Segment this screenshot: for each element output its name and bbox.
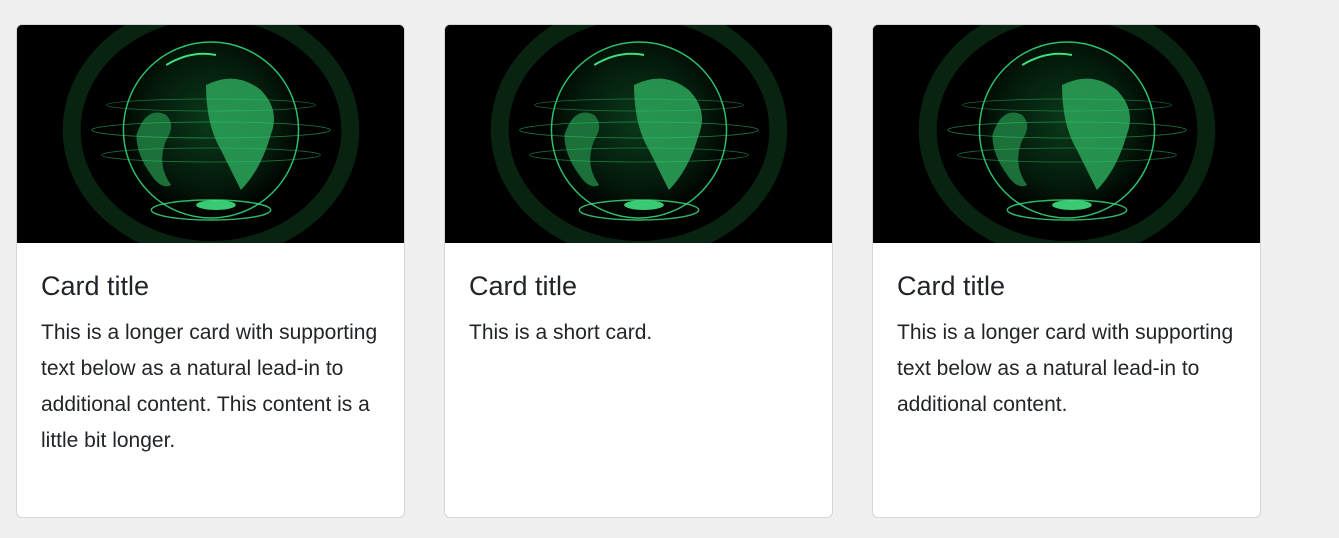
card-title: Card title bbox=[897, 271, 1006, 301]
card-image-globe bbox=[873, 25, 1260, 243]
card-body: Card title This is a longer card with su… bbox=[873, 243, 1260, 423]
globe-image bbox=[445, 25, 832, 243]
card-text: This is a short card. bbox=[469, 321, 653, 344]
card-title: Card title bbox=[41, 271, 150, 301]
card-text: This is a longer card with supporting te… bbox=[41, 321, 378, 452]
card-title: Card title bbox=[469, 271, 578, 301]
card-1: Card title This is a longer card with su… bbox=[16, 24, 405, 518]
globe-image bbox=[873, 25, 1260, 243]
card-body: Card title This is a short card. bbox=[445, 243, 832, 351]
globe-image bbox=[17, 25, 404, 243]
card-text: This is a longer card with supporting te… bbox=[897, 321, 1234, 416]
card-image-globe bbox=[17, 25, 404, 243]
card-3: Card title This is a longer card with su… bbox=[872, 24, 1261, 518]
card-body: Card title This is a longer card with su… bbox=[17, 243, 404, 459]
card-group: Card title This is a longer card with su… bbox=[0, 0, 1339, 538]
card-2: Card title This is a short card. bbox=[444, 24, 833, 518]
card-image-globe bbox=[445, 25, 832, 243]
